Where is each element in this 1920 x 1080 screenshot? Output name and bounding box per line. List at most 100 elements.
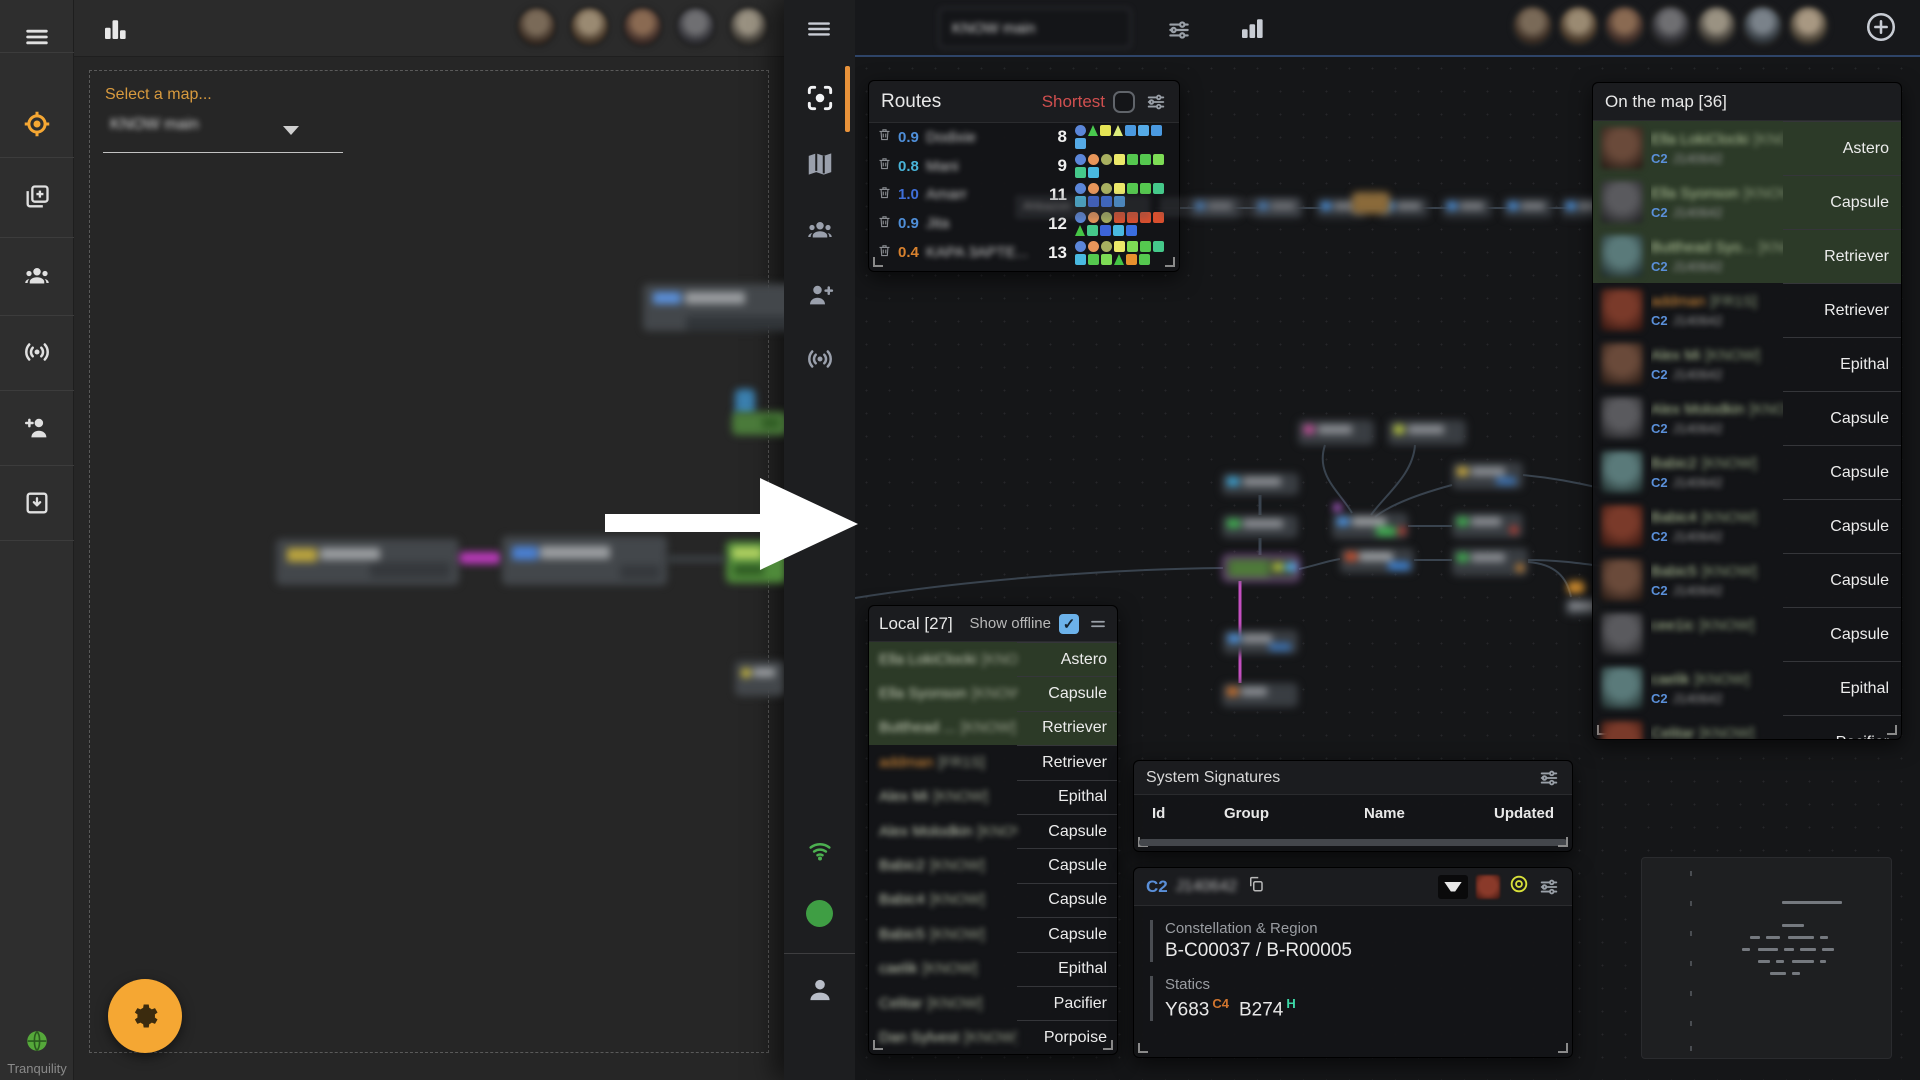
pilot-location[interactable]: C2 J140642 [1651, 475, 1783, 490]
map-node[interactable] [1223, 555, 1299, 581]
local-pilot-row[interactable]: Babic2 [KNOW] Capsule [869, 848, 1117, 882]
avatar[interactable] [1603, 4, 1646, 47]
map-icon[interactable] [805, 149, 835, 179]
signatures-header[interactable]: System Signatures [1134, 761, 1572, 795]
pilot-name[interactable]: Alex Molodkin [879, 823, 972, 840]
signatures-settings-icon[interactable] [1538, 767, 1560, 789]
avatar[interactable] [1695, 4, 1738, 47]
pilot-name[interactable]: caelik [879, 960, 917, 977]
pilot-name[interactable]: Butthead ... [879, 719, 956, 736]
pilot-name[interactable]: Babic5 [879, 926, 925, 943]
route-destination[interactable]: KAPA 3APTE... [926, 244, 1041, 261]
pilot-portrait[interactable] [1601, 343, 1643, 385]
pilot-location[interactable]: C2 J140642 [1651, 367, 1783, 382]
local-pilot-row[interactable]: Alex Molodkin [KNOW] Capsule [869, 813, 1117, 848]
groups-icon[interactable] [805, 215, 835, 245]
copy-icon[interactable] [1247, 875, 1265, 898]
pilot-location[interactable]: C2 J140642 [1651, 529, 1783, 544]
on-map-pilot-row[interactable]: Butthead Syo...[KNOW] C2J140642 Retrieve… [1593, 229, 1901, 283]
pilot-portrait[interactable] [1601, 289, 1643, 331]
pilot-name[interactable]: Babic2 [879, 857, 925, 874]
system-settings-icon[interactable] [1538, 876, 1560, 898]
column-id[interactable]: Id [1152, 805, 1224, 822]
pilot-portrait[interactable] [1601, 505, 1643, 547]
map-name-input[interactable] [939, 8, 1131, 48]
map-node[interactable] [735, 661, 784, 696]
map-settings-icon[interactable] [1166, 17, 1192, 48]
profile-icon[interactable] [804, 974, 836, 1006]
route-row[interactable]: 0.8 Mani 9 [869, 152, 1179, 181]
local-pilot-row[interactable]: Ella LokiClocki[KNOW] Astero [869, 642, 1117, 677]
map-node[interactable] [1223, 630, 1298, 654]
add-person-icon[interactable] [22, 413, 52, 443]
pilot-portrait[interactable] [1601, 235, 1643, 277]
pilot-name[interactable]: Ella LokiClocki [879, 651, 977, 668]
on-map-pilot-row[interactable]: Babic4 [KNOW] C2 J140642 Capsule [1593, 499, 1901, 553]
show-offline-checkbox[interactable]: ✓ [1059, 613, 1079, 634]
pilot-name[interactable]: caelik [1651, 671, 1689, 688]
pilot-name[interactable]: cee1ic [1651, 617, 1694, 634]
avatar[interactable] [1649, 4, 1692, 47]
horizontal-scrollbar[interactable] [1139, 839, 1567, 846]
chevron-down-icon[interactable] [283, 126, 299, 135]
pilot-name[interactable]: Babic5 [1651, 563, 1697, 580]
pilot-name[interactable]: Alex Mi [1651, 347, 1700, 364]
avatar[interactable] [515, 5, 558, 48]
local-pilot-row[interactable]: Alex Mi [KNOW] Epithal [869, 779, 1117, 814]
pilot-name[interactable]: Babic4 [879, 891, 925, 908]
column-updated[interactable]: Updated [1494, 805, 1572, 822]
on-map-pilot-row[interactable]: caelik [KNOW] C2 J140642 Epithal [1593, 661, 1901, 715]
on-map-pilot-row[interactable]: Babic5 [KNOW] C2 J140642 Capsule [1593, 553, 1901, 607]
on-map-pilot-row[interactable]: Ella Syonson[KNOW] C2J140642 Capsule [1593, 175, 1901, 229]
my-location-icon[interactable] [22, 109, 52, 139]
local-pilot-row[interactable]: caelik [KNOW] Epithal [869, 951, 1117, 986]
pilot-portrait[interactable] [1601, 721, 1643, 739]
map-node[interactable] [643, 284, 784, 331]
pilot-name[interactable]: Ella LokiClocki [1651, 131, 1749, 148]
map-node[interactable] [732, 412, 784, 435]
routes-panel-header[interactable]: Routes Shortest [869, 81, 1179, 123]
on-map-pilot-row[interactable]: Celitar[KNOW] C2J140642 Pacifier [1593, 715, 1901, 739]
delete-route-icon[interactable] [877, 156, 892, 176]
pilot-portrait[interactable] [1601, 613, 1643, 655]
import-icon[interactable] [23, 489, 51, 517]
map-node[interactable] [1332, 513, 1408, 539]
map-node[interactable] [1452, 548, 1528, 576]
avatar[interactable] [727, 5, 770, 48]
pilot-portrait[interactable] [1601, 181, 1643, 223]
on-map-pilot-row[interactable]: Babic2 [KNOW] C2 J140642 Capsule [1593, 445, 1901, 499]
local-pilot-row[interactable]: Celitar [KNOW] Pacifier [869, 985, 1117, 1020]
map-node[interactable] [1567, 581, 1585, 594]
menu-hamburger-icon[interactable] [23, 23, 51, 51]
route-mode-checkbox[interactable] [1113, 90, 1135, 113]
local-menu-icon[interactable] [1089, 615, 1107, 633]
pilot-name[interactable]: Babic4 [1651, 509, 1697, 526]
pilot-name[interactable]: Butthead Syo... [1651, 239, 1754, 256]
pilot-name[interactable]: addman [879, 754, 933, 771]
focus-map-icon[interactable] [804, 82, 836, 114]
delete-route-icon[interactable] [877, 243, 892, 263]
map-node[interactable] [1503, 198, 1553, 218]
pilot-portrait[interactable] [1601, 559, 1643, 601]
map-select-value[interactable]: KNOW main [110, 116, 240, 138]
pilot-location[interactable]: C2 J140642 [1651, 205, 1783, 220]
pilot-location[interactable]: C2 J140642 [1651, 313, 1783, 328]
avatar[interactable] [621, 5, 664, 48]
map-node[interactable] [276, 539, 459, 585]
route-destination[interactable]: Mani [926, 158, 1041, 175]
pilot-portrait[interactable] [1601, 451, 1643, 493]
pilot-portrait[interactable] [1601, 667, 1643, 709]
pilot-name[interactable]: Alex Molodkin [1651, 401, 1744, 418]
local-pilot-row[interactable]: Ella Syonson[KNOW] Capsule [869, 676, 1117, 711]
routes-settings-icon[interactable] [1145, 91, 1167, 113]
avatar[interactable] [674, 5, 717, 48]
on-map-panel-header[interactable]: On the map [36] [1593, 83, 1901, 121]
local-pilot-row[interactable]: Butthead ... [KNOW] Retriever [869, 710, 1117, 746]
pilot-location[interactable]: C2 J140642 [1651, 151, 1783, 166]
map-canvas[interactable]: Routes Shortest 0.9 Dodixie 8 0.8 Mani 9… [855, 57, 1920, 1080]
delete-route-icon[interactable] [877, 185, 892, 205]
pilot-name[interactable]: addman [1651, 293, 1705, 310]
delete-route-icon[interactable] [877, 127, 892, 147]
stats-icon[interactable] [100, 14, 130, 49]
pilot-location[interactable]: C2 J140642 [1651, 421, 1783, 436]
